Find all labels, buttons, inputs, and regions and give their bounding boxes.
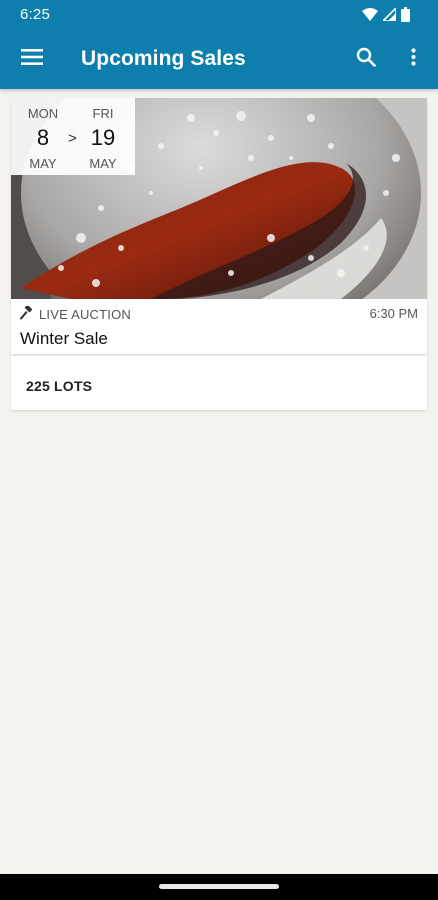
status-icons [362, 7, 410, 22]
sale-card[interactable]: MON 8 MAY > FRI 19 MAY LIVE AUCTION 6:30… [11, 98, 427, 354]
gavel-icon [20, 304, 34, 323]
date-range-badge: MON 8 MAY > FRI 19 MAY [11, 98, 135, 175]
app-bar: Upcoming Sales [0, 29, 438, 89]
end-day-of-week: FRI [92, 106, 114, 121]
lots-count: 225 LOTS [26, 378, 93, 394]
start-day: 8 [36, 125, 50, 150]
more-options-button[interactable] [398, 41, 428, 77]
status-time: 6:25 [20, 6, 50, 23]
menu-icon [21, 48, 43, 70]
battery-icon [401, 7, 410, 22]
sale-time: 6:30 PM [369, 306, 418, 321]
lots-button[interactable]: 225 LOTS [11, 356, 427, 410]
end-day: 19 [90, 125, 116, 150]
date-separator: > [68, 130, 77, 147]
menu-button[interactable] [14, 41, 50, 77]
end-month: MAY [89, 156, 117, 171]
home-gesture-handle[interactable] [159, 884, 279, 889]
search-icon [356, 47, 376, 72]
status-bar: 6:25 [0, 0, 438, 29]
search-button[interactable] [348, 41, 384, 77]
auction-type: LIVE AUCTION [20, 304, 131, 323]
system-navigation-bar [0, 874, 438, 900]
auction-type-label: LIVE AUCTION [39, 307, 131, 322]
sale-image: MON 8 MAY > FRI 19 MAY [11, 98, 427, 299]
page-title: Upcoming Sales [81, 47, 246, 70]
more-vert-icon [410, 47, 416, 71]
cell-signal-icon [383, 8, 396, 21]
start-day-of-week: MON [27, 106, 59, 121]
start-month: MAY [29, 156, 57, 171]
wifi-icon [362, 8, 378, 21]
sale-title: Winter Sale [20, 329, 108, 348]
